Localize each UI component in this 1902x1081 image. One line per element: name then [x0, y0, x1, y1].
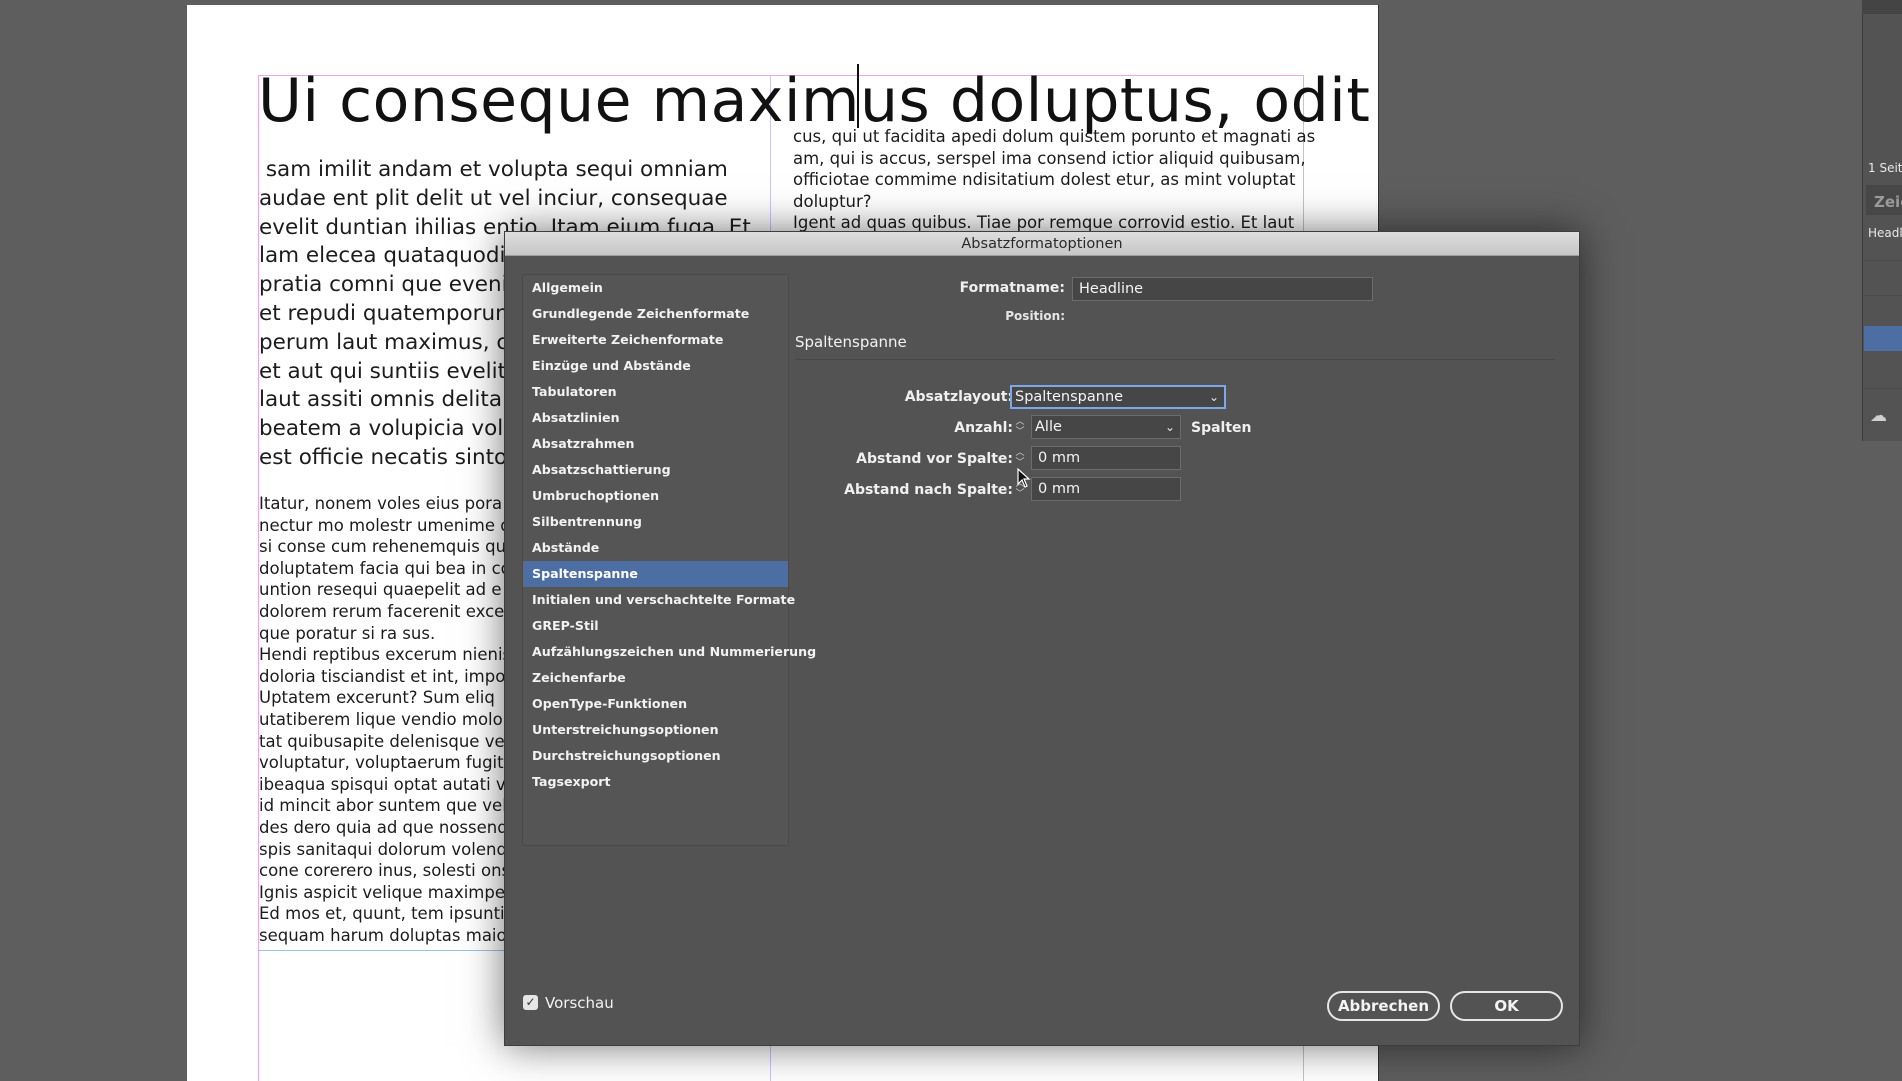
category-item[interactable]: Tagsexport	[523, 769, 788, 795]
panel-row-divider	[1864, 260, 1902, 261]
category-list: Allgemein Grundlegende Zeichenformate Erwe…	[522, 274, 816, 846]
category-item[interactable]: Absatzschattierung	[523, 457, 788, 483]
cloud-icon[interactable]: ☁	[1870, 406, 1887, 426]
paragraph-layout-label: Absatzlayout:	[904, 389, 1013, 405]
category-item[interactable]: Durchstreichungsoptionen	[523, 743, 788, 769]
style-list-item-headline[interactable]: Headli	[1868, 226, 1902, 240]
section-divider	[795, 359, 1555, 360]
category-item[interactable]: Spaltenspanne	[523, 561, 788, 587]
cancel-button[interactable]: Abbrechen	[1327, 991, 1440, 1021]
format-name-label: Formatname:	[959, 280, 1065, 296]
chevron-down-icon: ⌄	[1208, 390, 1219, 404]
panel-row-divider	[1864, 388, 1902, 389]
ok-button[interactable]: OK	[1450, 991, 1563, 1021]
count-value: Alle	[1035, 419, 1062, 435]
space-after-label: Abstand nach Spalte:	[844, 482, 1013, 498]
format-name-input[interactable]	[1072, 277, 1373, 301]
side-panel-header	[1862, 0, 1902, 14]
space-before-label: Abstand vor Spalte:	[856, 451, 1013, 467]
preview-checkbox[interactable]: ✓	[523, 995, 538, 1010]
side-panel	[1862, 0, 1902, 441]
category-item[interactable]: Erweiterte Zeichenformate	[523, 327, 788, 353]
category-item[interactable]: Grundlegende Zeichenformate	[523, 301, 788, 327]
mouse-pointer-icon	[1017, 467, 1031, 492]
paragraph-style-options-dialog: Absatzformatoptionen Allgemein Grundlegen…	[504, 231, 1580, 1046]
space-before-stepper-icon[interactable]: ︿ ﹀	[1010, 446, 1030, 470]
section-heading: Spaltenspanne	[795, 333, 907, 351]
category-item[interactable]: Tabulatoren	[523, 379, 788, 405]
category-item[interactable]: Unterstreichungsoptionen	[523, 717, 788, 743]
position-label: Position:	[1005, 309, 1065, 323]
space-after-input[interactable]	[1031, 477, 1181, 501]
paragraph-layout-select[interactable]: Spaltenspanne ⌄	[1010, 385, 1226, 409]
category-item[interactable]: GREP-Stil	[523, 613, 788, 639]
category-item[interactable]: Initialen und verschachtelte Formate	[523, 587, 795, 613]
space-before-input[interactable]	[1031, 446, 1181, 470]
panel-tab-character-styles[interactable]: Zeic	[1874, 193, 1902, 211]
category-item[interactable]: Abstände	[523, 535, 788, 561]
category-item[interactable]: Allgemein	[523, 275, 788, 301]
category-item[interactable]: Aufzählungszeichen und Nummerierung	[523, 639, 816, 665]
right-column-paragraph[interactable]: cus, qui ut facidita apedi dolum quistem…	[793, 126, 1315, 234]
text-insertion-cursor	[857, 64, 859, 128]
count-stepper-icon[interactable]: ︿ ﹀	[1010, 415, 1030, 439]
panel-row-divider	[1864, 295, 1902, 296]
text-frame-edge	[258, 950, 508, 951]
dialog-title: Absatzformatoptionen	[505, 232, 1579, 256]
category-item[interactable]: Absatzlinien	[523, 405, 788, 431]
category-item[interactable]: Umbruchoptionen	[523, 483, 788, 509]
category-item[interactable]: Einzüge und Abstände	[523, 353, 788, 379]
selected-style-row[interactable]	[1864, 326, 1902, 351]
category-item[interactable]: Silbentrennung	[523, 509, 788, 535]
count-select[interactable]: Alle ⌄	[1031, 415, 1181, 439]
category-item[interactable]: Absatzrahmen	[523, 431, 788, 457]
count-label: Anzahl:	[954, 420, 1013, 436]
pages-count-label: 1 Seite	[1868, 161, 1902, 175]
preview-label[interactable]: Vorschau	[545, 994, 614, 1012]
paragraph-layout-value: Spaltenspanne	[1015, 389, 1124, 405]
body-paragraph[interactable]: Itatur, nonem voles eius pora e nectur m…	[259, 493, 518, 946]
category-item[interactable]: OpenType-Funktionen	[523, 691, 788, 717]
chevron-down-icon: ⌄	[1164, 420, 1175, 434]
category-item[interactable]: Zeichenfarbe	[523, 665, 788, 691]
count-unit-label: Spalten	[1191, 420, 1252, 436]
